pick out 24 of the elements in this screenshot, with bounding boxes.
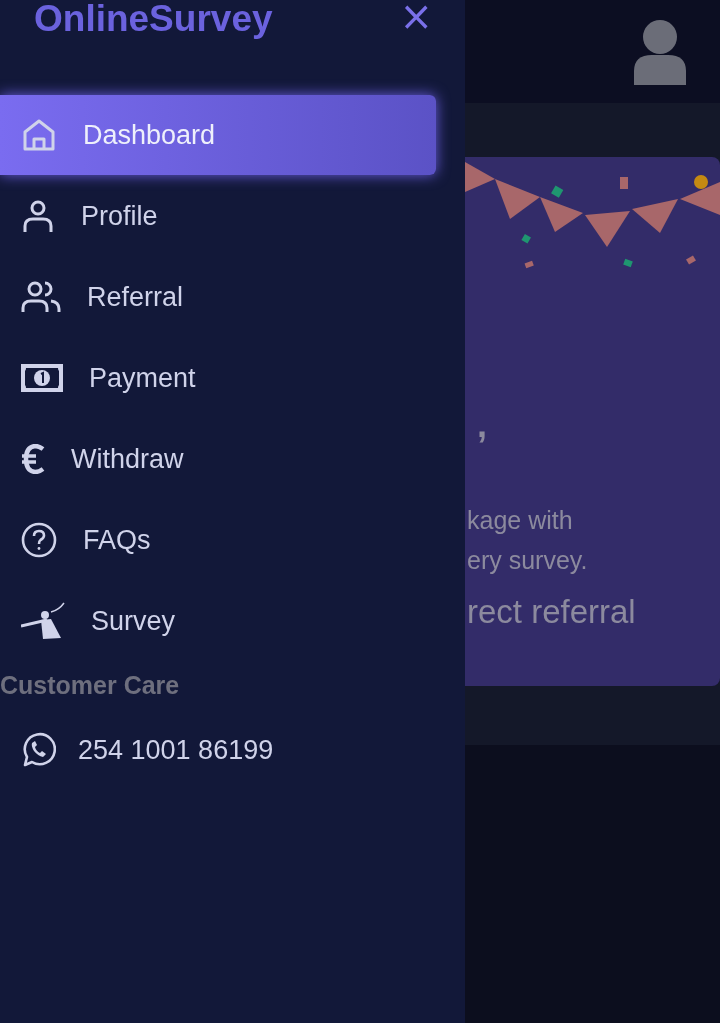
menu-item[interactable]: Survey: [0, 581, 436, 661]
card-text: kage with: [466, 505, 574, 536]
avatar-icon[interactable]: [632, 18, 688, 85]
question-icon: [21, 522, 57, 558]
card-text: ery survey.: [466, 545, 589, 576]
home-icon: [21, 117, 57, 153]
contact-link[interactable]: 254 1001 86199: [20, 730, 465, 771]
close-button[interactable]: ×: [399, 0, 433, 36]
euro-icon: [21, 444, 45, 474]
card-text: ,: [476, 407, 488, 447]
people-icon: [21, 279, 61, 315]
menu-item[interactable]: Withdraw: [0, 419, 436, 499]
menu-item[interactable]: Referral: [0, 257, 436, 337]
banknote-icon: [21, 364, 63, 392]
chat-icon: [20, 732, 56, 769]
figure-icon: [21, 602, 65, 640]
menu-item[interactable]: Dashboard: [0, 95, 436, 175]
menu-item[interactable]: Payment: [0, 338, 436, 418]
person-icon: [21, 198, 55, 234]
brand-title: OnlineSurvey: [34, 0, 273, 37]
menu-item[interactable]: FAQs: [0, 500, 436, 580]
section-heading: Customer Care: [0, 673, 181, 698]
card-text: rect referral: [466, 592, 636, 632]
menu-item[interactable]: Profile: [0, 176, 436, 256]
